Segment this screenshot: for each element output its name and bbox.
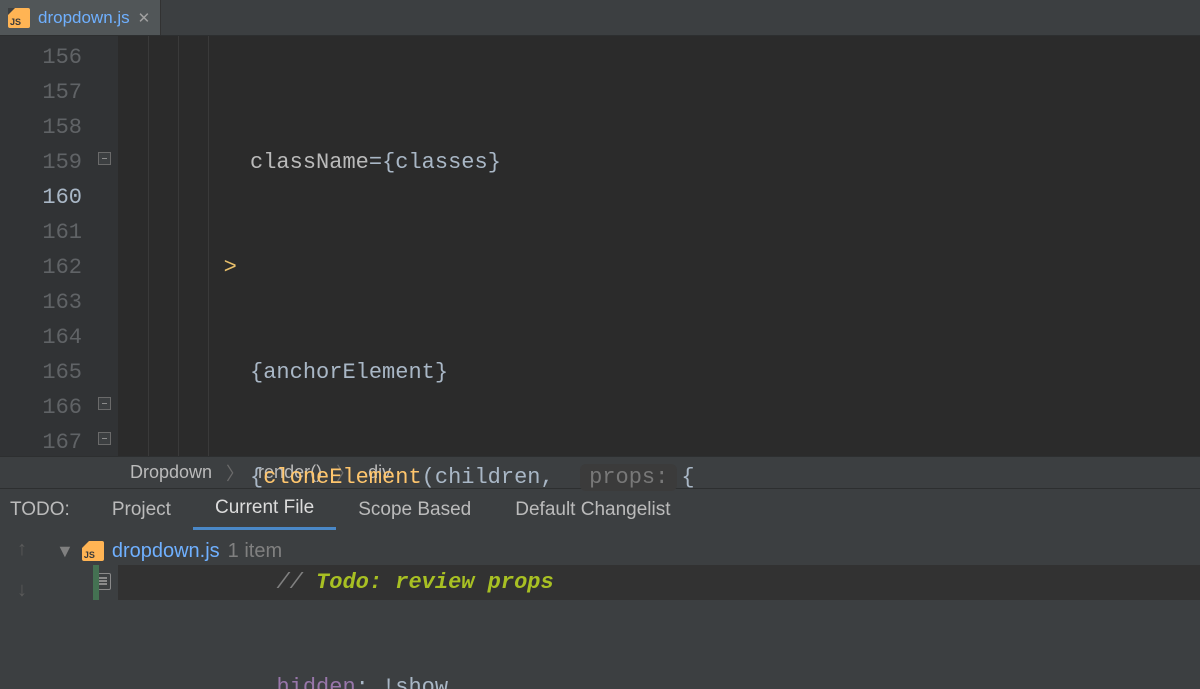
fold-column (96, 36, 118, 456)
code-comment: // (276, 570, 316, 595)
todo-title: TODO: (4, 499, 90, 521)
line-number[interactable]: 158 (0, 110, 82, 145)
code-token: className (250, 150, 369, 175)
fold-marker-icon[interactable] (98, 432, 111, 445)
code-token: classes (395, 150, 487, 175)
code-token: hidden (276, 675, 355, 689)
fold-marker-icon[interactable] (98, 397, 111, 410)
code-area[interactable]: className={classes} > {anchorElement} {c… (118, 36, 1200, 456)
expand-icon[interactable]: ▼ (56, 541, 74, 562)
inlay-hint: props: (580, 464, 677, 491)
line-number[interactable]: 161 (0, 215, 82, 250)
prev-todo-icon[interactable]: ↑ (17, 538, 27, 561)
code-token: children (435, 465, 541, 490)
editor[interactable]: 156 157 158 159 160 161 162 163 164 165 … (0, 36, 1200, 456)
line-number[interactable]: 159 (0, 145, 82, 180)
tab-filename: dropdown.js (38, 8, 130, 28)
todo-nav-gutter: ↑ ↓ (0, 530, 44, 689)
line-number[interactable]: 162 (0, 250, 82, 285)
line-number-current[interactable]: 160 (0, 180, 82, 215)
next-todo-icon[interactable]: ↓ (17, 579, 27, 602)
editor-tab[interactable]: JS dropdown.js ✕ (0, 0, 161, 35)
line-number[interactable]: 167 (0, 425, 82, 460)
code-token: > (224, 255, 237, 280)
fold-marker-icon[interactable] (98, 152, 111, 165)
js-file-icon: JS (82, 541, 104, 561)
line-gutter: 156 157 158 159 160 161 162 163 164 165 … (0, 36, 96, 456)
line-number[interactable]: 166 (0, 390, 82, 425)
line-number[interactable]: 163 (0, 285, 82, 320)
line-number[interactable]: 164 (0, 320, 82, 355)
code-token: anchorElement (263, 360, 435, 385)
js-file-icon: JS (8, 8, 30, 28)
close-tab-icon[interactable]: ✕ (138, 9, 151, 27)
code-token: cloneElement (263, 465, 421, 490)
todo-comment: Todo: review props (316, 570, 554, 595)
line-number[interactable]: 157 (0, 75, 82, 110)
vcs-change-marker[interactable] (93, 565, 99, 600)
code-token: show (395, 675, 448, 689)
line-number[interactable]: 165 (0, 355, 82, 390)
line-number[interactable]: 156 (0, 40, 82, 75)
tab-bar: JS dropdown.js ✕ (0, 0, 1200, 36)
